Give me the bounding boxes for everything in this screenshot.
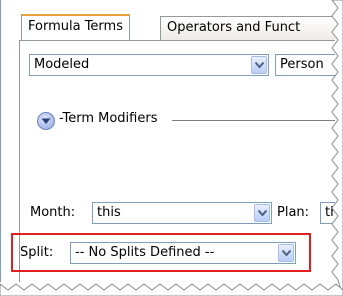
tab-operators-and-functions[interactable]: Operators and Funct (160, 16, 335, 40)
term-type-select[interactable]: Modeled (29, 54, 269, 76)
month-select[interactable]: this (92, 202, 272, 224)
plan-label: Plan: (277, 205, 310, 220)
formula-panel: Formula Terms Operators and Funct Modele… (0, 0, 335, 282)
expand-circle-icon[interactable] (37, 112, 55, 130)
month-label: Month: (30, 205, 76, 220)
chevron-down-icon[interactable] (251, 56, 267, 74)
torn-edge-bottom (0, 283, 343, 296)
term-type-value: Modeled (34, 57, 90, 72)
person-select-value: Person (280, 57, 324, 72)
split-highlight-box (11, 233, 311, 272)
month-select-value: this (97, 205, 121, 220)
tab-formula-terms-label: Formula Terms (28, 19, 123, 34)
tab-formula-terms[interactable]: Formula Terms (21, 14, 130, 40)
group-divider (172, 120, 335, 121)
torn-edge-right (331, 0, 343, 296)
person-select[interactable]: Person (275, 54, 335, 76)
term-modifiers-label: -Term Modifiers (59, 111, 158, 126)
chevron-down-icon[interactable] (254, 204, 270, 222)
tab-operators-label: Operators and Funct (167, 20, 301, 35)
